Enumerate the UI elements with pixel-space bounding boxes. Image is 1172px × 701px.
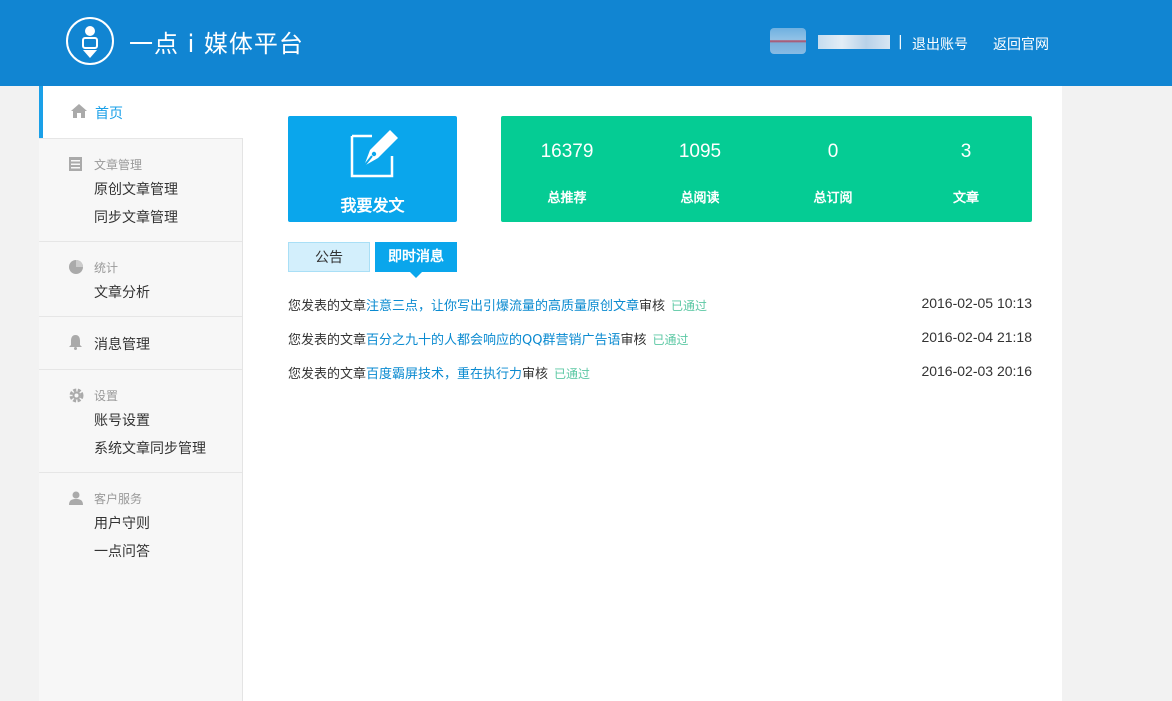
top-header: 一点 i 媒体平台 | 退出账号 返回官网 — [0, 0, 1172, 86]
sidebar-group-stats: 统计 文章分析 — [39, 241, 242, 316]
status-badge: 已通过 — [554, 367, 591, 381]
pie-chart-icon — [69, 260, 83, 274]
logo-icon[interactable] — [66, 17, 114, 65]
user-icon — [69, 491, 83, 505]
stat-total-recommend: 16379 总推荐 — [501, 116, 633, 222]
sidebar-item-synced-articles[interactable]: 同步文章管理 — [94, 207, 178, 227]
sidebar-item-user-rules[interactable]: 用户守则 — [94, 513, 150, 533]
tab-instant-messages[interactable]: 即时消息 — [375, 242, 457, 278]
sidebar-group-service: 客户服务 用户守则 一点问答 — [39, 472, 242, 575]
stat-label: 总推荐 — [547, 191, 587, 206]
message-suffix: 审核 — [620, 333, 647, 348]
stat-label: 文章 — [952, 191, 979, 206]
list-item: 您发表的文章百度霸屏技术，重在执行力审核 已通过 2016-02-03 20:16 — [288, 363, 1032, 382]
sidebar-group-title: 统计 — [94, 261, 119, 275]
article-link[interactable]: 百度霸屏技术，重在执行力 — [366, 367, 522, 382]
sidebar: 首页 文章管理 原创文章管理 同步文章管理 统计 文章分析 消息管理 设置 账号… — [39, 86, 243, 701]
status-badge: 已通过 — [671, 299, 708, 313]
active-tab-arrow — [410, 272, 422, 278]
message-prefix: 您发表的文章 — [288, 333, 367, 348]
stat-articles: 3 文章 — [900, 116, 1032, 222]
message-time: 2016-02-05 10:13 — [921, 295, 1032, 311]
stat-value: 0 — [827, 141, 839, 162]
pen-edit-icon — [350, 130, 398, 178]
stat-value: 3 — [960, 141, 972, 162]
logout-link[interactable]: 退出账号 — [912, 34, 968, 54]
sidebar-item-messages[interactable]: 消息管理 — [39, 316, 242, 369]
home-icon — [71, 104, 87, 118]
article-link[interactable]: 百分之九十的人都会响应的QQ群营销广告语 — [366, 333, 620, 348]
post-article-label: 我要发文 — [340, 196, 405, 215]
sidebar-group-settings: 设置 账号设置 系统文章同步管理 — [39, 369, 242, 472]
gear-icon — [69, 388, 84, 403]
sidebar-item-original-articles[interactable]: 原创文章管理 — [94, 179, 178, 199]
stat-value: 1095 — [678, 141, 722, 162]
stats-panel: 16379 总推荐 1095 总阅读 0 总订阅 3 文章 — [501, 116, 1032, 222]
sidebar-item-faq[interactable]: 一点问答 — [94, 541, 150, 561]
sidebar-item-label: 首页 — [95, 106, 123, 122]
article-link[interactable]: 注意三点，让你写出引爆流量的高质量原创文章 — [366, 299, 639, 314]
post-article-button[interactable]: 我要发文 — [288, 116, 457, 222]
message-time: 2016-02-03 20:16 — [921, 363, 1032, 379]
message-prefix: 您发表的文章 — [288, 299, 367, 314]
sidebar-item-home[interactable]: 首页 — [39, 86, 243, 138]
message-suffix: 审核 — [522, 367, 549, 382]
tab-label: 即时消息 — [388, 249, 444, 265]
stat-label: 总阅读 — [680, 191, 720, 206]
stat-value: 16379 — [540, 141, 594, 162]
list-item: 您发表的文章百分之九十的人都会响应的QQ群营销广告语审核 已通过 2016-02-… — [288, 329, 1032, 348]
avatar[interactable] — [770, 28, 806, 54]
sidebar-group-articles: 文章管理 原创文章管理 同步文章管理 — [39, 138, 242, 241]
stat-label: 总订阅 — [813, 191, 853, 206]
brand-title: 一点 i 媒体平台 — [129, 30, 304, 58]
stat-total-read: 1095 总阅读 — [634, 116, 766, 222]
document-icon — [69, 157, 82, 171]
list-item: 您发表的文章注意三点，让你写出引爆流量的高质量原创文章审核 已通过 2016-02… — [288, 295, 1032, 314]
sidebar-item-account-settings[interactable]: 账号设置 — [94, 410, 150, 430]
sidebar-group-title: 文章管理 — [94, 158, 143, 172]
sidebar-item-article-analysis[interactable]: 文章分析 — [94, 282, 150, 302]
user-name-blurred — [818, 35, 890, 49]
stat-total-subscribe: 0 总订阅 — [767, 116, 899, 222]
sidebar-item-label: 消息管理 — [94, 337, 150, 353]
tab-notice[interactable]: 公告 — [288, 242, 370, 272]
home-site-link[interactable]: 返回官网 — [993, 34, 1049, 54]
sidebar-group-title: 设置 — [94, 389, 119, 403]
sidebar-group-title: 客户服务 — [94, 492, 143, 506]
sidebar-item-system-sync[interactable]: 系统文章同步管理 — [94, 438, 206, 458]
message-suffix: 审核 — [639, 299, 666, 314]
status-badge: 已通过 — [652, 333, 689, 347]
message-time: 2016-02-04 21:18 — [921, 329, 1032, 345]
bell-icon — [69, 335, 82, 350]
header-separator: | — [898, 34, 903, 50]
message-prefix: 您发表的文章 — [288, 367, 367, 382]
